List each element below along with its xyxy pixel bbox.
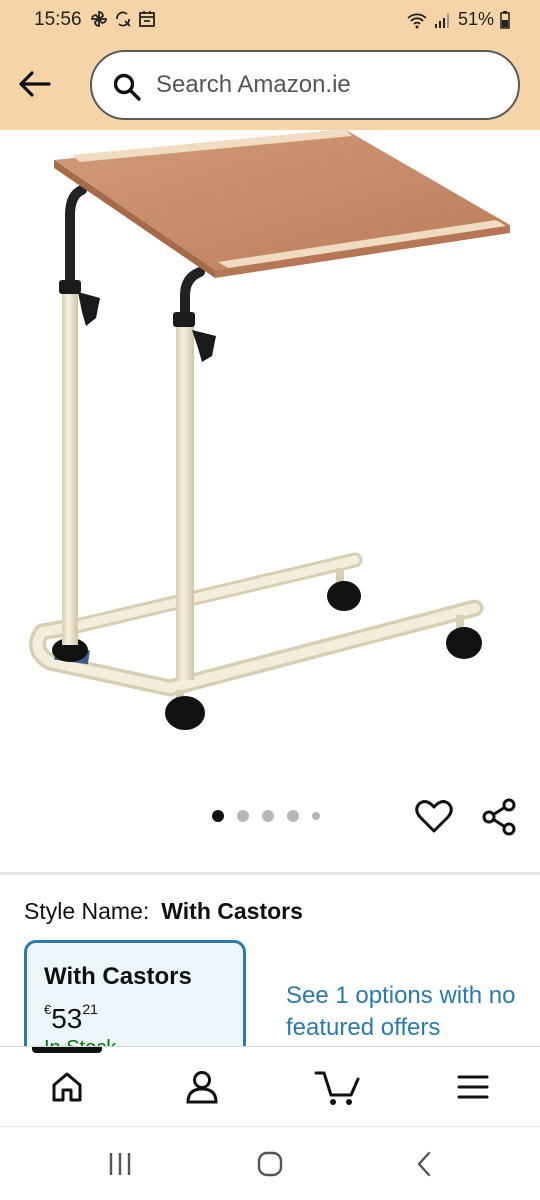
status-icons-right: 51% xyxy=(406,9,510,30)
carousel-dot[interactable] xyxy=(237,810,249,822)
back-arrow-icon xyxy=(19,71,51,97)
quick-share-icon xyxy=(116,11,131,27)
home-icon xyxy=(52,1072,82,1102)
style-option-title: With Castors xyxy=(44,963,192,990)
share-button[interactable] xyxy=(480,797,518,837)
nav-account[interactable] xyxy=(179,1065,225,1109)
battery-percent: 51% xyxy=(457,9,494,29)
menu-icon xyxy=(457,1075,489,1099)
nav-cart[interactable] xyxy=(313,1065,363,1109)
carousel-dot[interactable] xyxy=(262,810,274,822)
wishlist-button[interactable] xyxy=(414,797,454,837)
status-bar: 15:56 51% xyxy=(0,0,540,40)
home-button[interactable] xyxy=(250,1147,290,1181)
back-button[interactable] xyxy=(14,64,56,104)
price-fraction: 21 xyxy=(82,1001,98,1017)
overbed-table-image xyxy=(29,129,510,730)
section-divider xyxy=(0,872,540,875)
account-icon xyxy=(186,1071,218,1104)
style-name-label: Style Name: xyxy=(24,898,150,924)
carousel-dot[interactable] xyxy=(287,810,299,822)
bottom-nav xyxy=(0,1046,540,1126)
battery-icon xyxy=(500,10,510,29)
status-time: 15:56 xyxy=(34,9,82,30)
style-name-row: Style Name: With Castors xyxy=(24,898,303,925)
home-button-icon xyxy=(257,1151,283,1177)
active-tab-indicator xyxy=(32,1047,102,1053)
search-input[interactable] xyxy=(156,52,496,118)
status-icons-left xyxy=(90,10,156,28)
product-image[interactable] xyxy=(0,129,540,780)
cart-icon xyxy=(314,1071,360,1105)
share-icon xyxy=(482,798,516,836)
style-option-price: €5321 xyxy=(44,1001,98,1035)
search-icon xyxy=(113,73,141,101)
carousel-dot[interactable] xyxy=(212,810,224,822)
back-icon xyxy=(417,1151,431,1177)
search-bar[interactable] xyxy=(90,50,520,120)
nav-menu[interactable] xyxy=(450,1065,496,1109)
nav-home[interactable] xyxy=(44,1065,90,1109)
carousel-dot[interactable] xyxy=(312,812,320,820)
style-name-value: With Castors xyxy=(161,898,303,924)
calendar-icon xyxy=(139,11,155,27)
price-whole: 53 xyxy=(51,1003,83,1034)
pinwheel-icon xyxy=(91,11,107,27)
recents-icon xyxy=(109,1153,131,1175)
heart-icon xyxy=(415,800,453,833)
signal-icon xyxy=(434,13,449,28)
system-back-button[interactable] xyxy=(404,1147,444,1181)
recents-button[interactable] xyxy=(100,1147,140,1181)
carousel-dots xyxy=(212,810,320,822)
wifi-icon xyxy=(407,13,427,28)
other-options-link[interactable]: See 1 options with no featured offers xyxy=(286,980,526,1044)
app-header xyxy=(0,40,540,130)
system-nav-bar xyxy=(0,1126,540,1200)
